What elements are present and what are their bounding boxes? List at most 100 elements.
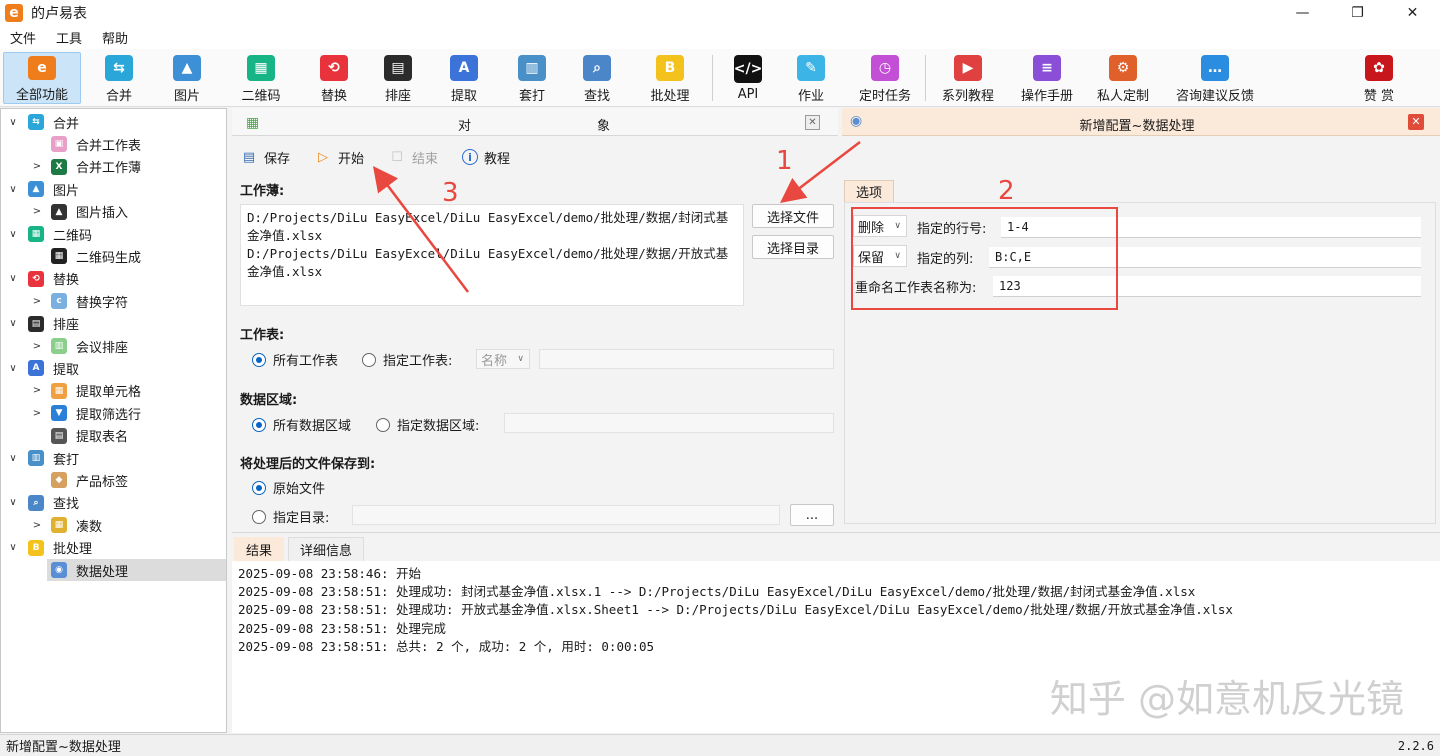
toolbar-button-timer-task[interactable]: ◷ 定时任务 (850, 52, 920, 104)
radio-all-ranges[interactable]: 所有数据区域 (252, 415, 351, 434)
chevron-down-icon[interactable]: ∨ (7, 229, 19, 240)
toolbar-label: 图片 (173, 89, 200, 104)
toolbar-label: 查找 (583, 89, 610, 104)
batch-icon: B (28, 539, 44, 556)
annotation-highlight-box (851, 207, 1118, 310)
tree-item[interactable]: ◉ 数据处理 (1, 559, 226, 581)
radio-specified-sheet[interactable]: 指定工作表: (362, 350, 452, 369)
data-range-input[interactable] (504, 413, 834, 433)
config-panel: ◉ 新增配置~数据处理 ✕ 选项 删除 ∨ 指定的行号: 1-4 保留 ∨ 指定… (842, 108, 1440, 528)
minimize-button[interactable]: — (1275, 0, 1330, 25)
radio-original-file[interactable]: 原始文件 (252, 478, 325, 497)
chevron-down-icon[interactable]: ∨ (7, 117, 19, 128)
menu-tools[interactable]: 工具 (46, 28, 92, 47)
replace-icon: ⟲ (320, 55, 348, 81)
toolbar-button-picture[interactable]: ▲ 图片 (158, 52, 216, 104)
tree-item[interactable]: ∨ ⇆ 合并 (1, 111, 226, 133)
tree-item[interactable]: ∨ ⟲ 替换 (1, 268, 226, 290)
save-button[interactable]: ▤ 保存 (240, 148, 290, 167)
toolbar-button-reward-rose[interactable]: ✿ 赞 赏 (1350, 52, 1408, 104)
toolbar-button-merge[interactable]: ⇆ 合并 (90, 52, 148, 104)
workbook-list[interactable]: D:/Projects/DiLu EasyExcel/DiLu EasyExce… (240, 204, 744, 306)
tab-options[interactable]: 选项 (844, 180, 894, 202)
chevron-down-icon[interactable]: ∨ (7, 184, 19, 195)
start-button[interactable]: ▷ 开始 (314, 148, 364, 167)
radio-all-sheets[interactable]: 所有工作表 (252, 350, 338, 369)
close-panel-button[interactable]: ✕ (805, 115, 820, 130)
tree-item[interactable]: > ▲ 图片插入 (1, 201, 226, 223)
toolbar-button-homework[interactable]: ✎ 作业 (783, 52, 839, 104)
tree-item[interactable]: ▦ 二维码生成 (1, 245, 226, 267)
chevron-right-icon[interactable]: > (31, 408, 43, 419)
toolbar-button-batch[interactable]: B 批处理 (635, 52, 705, 104)
merge-sheets-icon: ▣ (51, 136, 67, 153)
chevron-right-icon[interactable]: > (31, 385, 43, 396)
maximize-button[interactable]: ❐ (1330, 0, 1385, 25)
toolbar-button-qrcode[interactable]: ▦ 二维码 (232, 52, 290, 104)
toolbar-button-custom[interactable]: ⚙ 私人定制 (1090, 52, 1156, 104)
search-icon: ⌕ (28, 494, 44, 511)
toolbar-button-manual[interactable]: ≡ 操作手册 (1012, 52, 1082, 104)
tab-result[interactable]: 结果 (234, 537, 284, 561)
chevron-right-icon[interactable]: > (31, 296, 43, 307)
toolbar-button-all-features[interactable]: e 全部功能 (3, 52, 81, 104)
toolbar-button-print-template[interactable]: ▥ 套打 (503, 52, 561, 104)
close-config-button[interactable]: ✕ (1408, 114, 1424, 130)
tree-item[interactable]: ∨ A 提取 (1, 357, 226, 379)
toolbar-button-api[interactable]: </> API (720, 52, 776, 104)
sheet-name-input[interactable] (539, 349, 834, 369)
toolbar-button-extract[interactable]: A 提取 (435, 52, 493, 104)
toolbar-button-search[interactable]: ⌕ 查找 (568, 52, 626, 104)
chevron-right-icon[interactable]: > (31, 161, 43, 172)
toolbar-button-replace[interactable]: ⟲ 替换 (305, 52, 363, 104)
tree-item[interactable]: ∨ ▤ 排座 (1, 313, 226, 335)
sheet-match-combo[interactable]: 名称 ∨ (476, 349, 530, 369)
tree-item[interactable]: > ▥ 会议排座 (1, 335, 226, 357)
radio-specified-directory[interactable]: 指定目录: (252, 507, 329, 526)
toolbar-label: 替换 (320, 89, 347, 104)
tree-item[interactable]: > c 替换字符 (1, 290, 226, 312)
tree-item[interactable]: ▤ 提取表名 (1, 425, 226, 447)
tab-details[interactable]: 详细信息 (288, 537, 364, 561)
manual-icon: ≡ (1033, 55, 1061, 81)
tree-item[interactable]: > X 合并工作薄 (1, 156, 226, 178)
select-directory-button[interactable]: 选择目录 (752, 235, 834, 259)
chevron-right-icon[interactable]: > (31, 520, 43, 531)
radio-specified-range-label: 指定数据区域: (397, 419, 480, 434)
menu-help[interactable]: 帮助 (92, 28, 138, 47)
chevron-right-icon[interactable]: > (31, 341, 43, 352)
toolbar-button-seating[interactable]: ▤ 排座 (369, 52, 427, 104)
close-window-button[interactable]: ✕ (1385, 0, 1440, 25)
tree-item[interactable]: ∨ ⌕ 查找 (1, 492, 226, 514)
chevron-down-icon[interactable]: ∨ (7, 453, 19, 464)
end-button[interactable]: ☐ 结束 (388, 148, 438, 167)
tree-item[interactable]: ∨ ▦ 二维码 (1, 223, 226, 245)
chevron-down-icon[interactable]: ∨ (7, 542, 19, 553)
chevron-down-icon[interactable]: ∨ (7, 497, 19, 508)
toolbar-label: 二维码 (241, 89, 281, 104)
chevron-down-icon[interactable]: ∨ (7, 273, 19, 284)
tree-item[interactable]: ▣ 合并工作表 (1, 133, 226, 155)
tutorial-button[interactable]: i 教程 (462, 148, 510, 167)
tree-item[interactable]: ◆ 产品标签 (1, 469, 226, 491)
output-directory-input[interactable] (352, 505, 780, 525)
radio-specified-range[interactable]: 指定数据区域: (376, 415, 479, 434)
tree-item[interactable]: ∨ ▥ 套打 (1, 447, 226, 469)
tree-item[interactable]: > ▦ 提取单元格 (1, 380, 226, 402)
tree-item[interactable]: > ▦ 凑数 (1, 514, 226, 536)
select-file-button[interactable]: 选择文件 (752, 204, 834, 228)
toolbar-button-feedback[interactable]: … 咨询建议反馈 (1167, 52, 1263, 104)
feedback-icon: … (1201, 55, 1229, 81)
tree-item[interactable]: ∨ B 批处理 (1, 537, 226, 559)
chevron-right-icon[interactable]: > (31, 206, 43, 217)
tree-item[interactable]: ∨ ▲ 图片 (1, 178, 226, 200)
browse-directory-button[interactable]: ... (790, 504, 834, 526)
toolbar-button-tutorial-series[interactable]: ▶ 系列教程 (936, 52, 1000, 104)
data-process-icon: ◉ (51, 562, 67, 578)
menu-file[interactable]: 文件 (0, 28, 46, 47)
chevron-down-icon[interactable]: ∨ (7, 363, 19, 374)
log-line: 2025-09-08 23:58:51: 处理成功: 开放式基金净值.xlsx.… (238, 602, 1233, 618)
chevron-down-icon[interactable]: ∨ (7, 318, 19, 329)
title-bar: e 的卢易表 — ❐ ✕ (0, 0, 1440, 25)
tree-item[interactable]: > ▼ 提取筛选行 (1, 402, 226, 424)
